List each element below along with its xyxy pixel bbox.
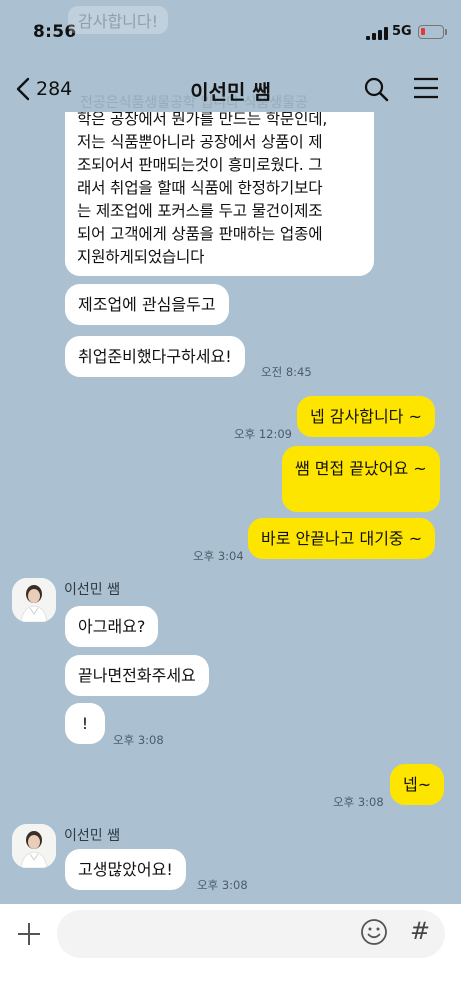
message-bubble-mine[interactable]: 쌤 면접 끝났어요 ~: [282, 446, 440, 512]
message-line: 되어 고객에게 상품을 판매하는 업종에: [77, 225, 323, 243]
message-line: 래서 취업을 할때 식품에 한정하기보다: [77, 179, 323, 197]
plus-icon[interactable]: [16, 921, 42, 951]
message-time: 오전 8:45: [261, 365, 312, 379]
message-bubble-mine[interactable]: 넵~: [390, 764, 445, 805]
chat-header: 284 이선민 쌤: [0, 66, 461, 112]
chat-title: 이선민 쌤: [190, 80, 271, 104]
message-time: 오후 3:08: [197, 878, 248, 892]
status-bar: 8:56 5G: [0, 0, 461, 66]
message-time: 오후 3:04: [193, 549, 244, 563]
avatar[interactable]: [12, 824, 56, 868]
message-bubble-mine[interactable]: 넵 감사합니다 ~: [297, 396, 435, 437]
message-line: 조되어서 판매되는것이 흥미로웠다. 그: [77, 156, 323, 174]
message-bubble-mine[interactable]: 바로 안끝나고 대기중 ~: [248, 518, 436, 559]
message-time: 오후 3:08: [333, 795, 384, 809]
message-bubble[interactable]: 아그래요?: [65, 606, 159, 647]
message-input-bar: #: [0, 904, 461, 1000]
menu-icon[interactable]: [412, 76, 440, 104]
message-time: 오후 3:08: [113, 733, 164, 747]
message-line: 저는 식품뿐아니라 공장에서 상품이 제: [77, 133, 323, 151]
sender-name: 이선민 쌤: [64, 582, 120, 598]
message-bubble[interactable]: !: [65, 703, 105, 744]
message-line: 학은 공장에서 뭔가를 만드는 학문인데,: [77, 112, 328, 128]
search-icon[interactable]: [363, 76, 389, 106]
signal-icon: [366, 27, 388, 40]
message-line: 지원하게되었습니다: [77, 248, 205, 266]
message-bubble[interactable]: 고생많았어요!: [65, 849, 186, 890]
hash-icon[interactable]: #: [410, 917, 430, 945]
message-bubble-long[interactable]: 학은 공장에서 뭔가를 만드는 학문인데, 저는 식품뿐아니라 공장에서 상품이…: [65, 112, 374, 276]
message-time: 오후 12:09: [234, 427, 292, 441]
emoji-icon[interactable]: [360, 918, 388, 950]
message-bubble[interactable]: 취업준비했다구하세요!: [65, 336, 245, 377]
message-bubble[interactable]: 제조업에 관심을두고: [65, 284, 229, 325]
message-line: 는 제조업에 포커스를 두고 물건이제조: [77, 202, 323, 220]
message-bubble[interactable]: 끝나면전화주세요: [65, 655, 209, 696]
chat-area[interactable]: 학은 공장에서 뭔가를 만드는 학문인데, 저는 식품뿐아니라 공장에서 상품이…: [0, 112, 461, 904]
battery-icon: [418, 25, 447, 39]
status-time: 8:56: [33, 22, 77, 42]
sender-name: 이선민 쌤: [64, 828, 120, 844]
network-type: 5G: [392, 24, 412, 39]
avatar[interactable]: [12, 578, 56, 622]
